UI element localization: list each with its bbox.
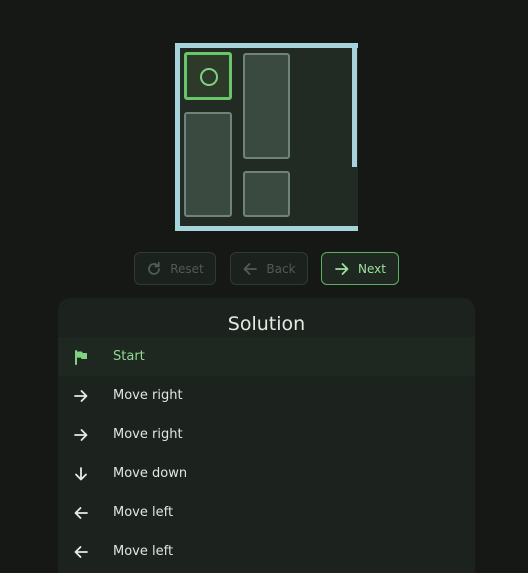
- sliding-block[interactable]: [243, 53, 290, 159]
- solution-step[interactable]: Start: [58, 337, 475, 376]
- puzzle-board: [175, 43, 358, 231]
- step-label: Move down: [113, 466, 188, 481]
- playback-controls: Reset Back Next: [0, 252, 528, 286]
- sliding-block[interactable]: [184, 112, 232, 217]
- board-right-wall: [352, 43, 357, 167]
- reset-button[interactable]: Reset: [134, 252, 216, 285]
- step-label: Move left: [113, 505, 174, 520]
- step-label: Start: [113, 349, 145, 364]
- arrow-left-icon: [72, 504, 90, 522]
- target-ring-icon: [200, 68, 218, 86]
- solution-title: Solution: [227, 313, 306, 335]
- sliding-block[interactable]: [243, 171, 290, 217]
- solution-step[interactable]: Move left: [58, 493, 475, 532]
- solution-step[interactable]: Move left: [58, 532, 475, 571]
- arrow-right-icon: [72, 426, 90, 444]
- next-label: Next: [358, 261, 386, 276]
- solution-step[interactable]: Move right: [58, 376, 475, 415]
- puzzle-app: Reset Back Next Solution Start Move righ…: [0, 0, 528, 573]
- step-label: Move left: [113, 544, 174, 559]
- arrow-right-icon: [334, 261, 350, 277]
- solution-panel: Solution Start Move right Move right Mov…: [58, 298, 475, 573]
- arrow-left-icon: [72, 543, 90, 561]
- reset-label: Reset: [170, 261, 204, 276]
- arrow-left-icon: [242, 261, 258, 277]
- arrow-down-icon: [72, 465, 90, 483]
- step-label: Move right: [113, 427, 183, 442]
- arrow-right-icon: [72, 387, 90, 405]
- target-block[interactable]: [184, 52, 232, 100]
- reset-icon: [146, 261, 162, 277]
- solution-step[interactable]: Move down: [58, 454, 475, 493]
- back-label: Back: [266, 261, 296, 276]
- step-label: Move right: [113, 388, 183, 403]
- flag-icon: [72, 348, 90, 366]
- solution-step[interactable]: Move right: [58, 415, 475, 454]
- back-button[interactable]: Back: [230, 252, 308, 285]
- next-button[interactable]: Next: [321, 252, 399, 285]
